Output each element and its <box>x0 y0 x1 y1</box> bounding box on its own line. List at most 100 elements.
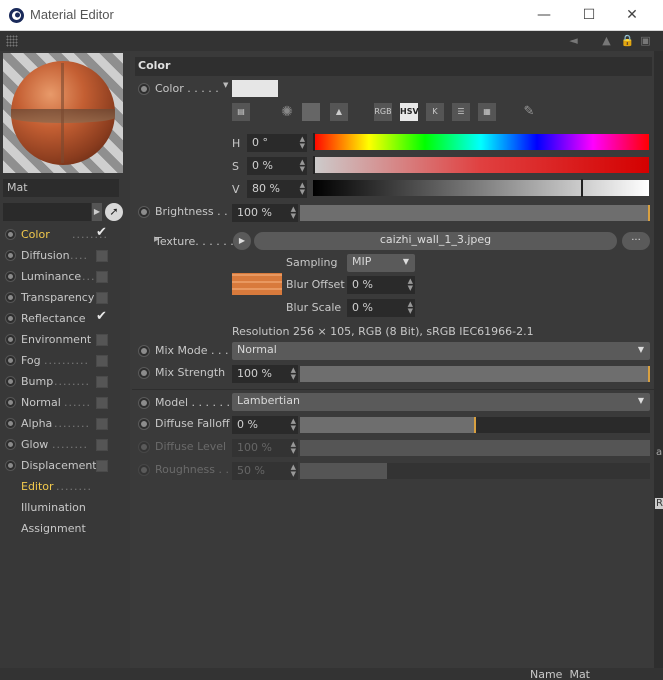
model-dropdown[interactable]: Lambertian ▼ <box>232 393 650 411</box>
image-picker-icon[interactable]: ▲ <box>330 103 348 121</box>
hsv-mode-button[interactable]: HSV <box>400 103 419 121</box>
channel-color[interactable]: Color ........ ✔ <box>0 225 130 246</box>
radio-icon[interactable] <box>5 229 16 240</box>
texture-menu-button[interactable]: ▶ <box>233 232 251 250</box>
radio-icon[interactable] <box>5 313 16 324</box>
hue-slider[interactable] <box>313 133 649 151</box>
item-illumination[interactable]: Illumination <box>0 498 130 519</box>
radio-icon[interactable] <box>5 334 16 345</box>
brightness-field[interactable]: 100 % ▲ ▼ <box>232 204 298 222</box>
radio-icon[interactable] <box>5 271 16 282</box>
channel-luminance[interactable]: Luminance ... <box>0 267 130 288</box>
diffuse-falloff-radio[interactable] <box>138 418 150 430</box>
blur-offset-field[interactable]: 0 % ▲ ▼ <box>347 276 415 294</box>
spinner-icon[interactable]: ▲ ▼ <box>291 206 296 220</box>
mix-strength-radio[interactable] <box>138 367 150 379</box>
spinner-icon[interactable]: ▲ ▼ <box>300 136 305 150</box>
radio-icon[interactable] <box>5 397 16 408</box>
spinner-icon[interactable]: ▲ ▼ <box>291 464 296 478</box>
spinner-icon[interactable]: ▲ ▼ <box>291 418 296 432</box>
saturation-slider[interactable] <box>313 156 649 174</box>
warning-icon[interactable]: ▲ <box>599 33 614 48</box>
mixer-icon[interactable]: ☰ <box>452 103 470 121</box>
brightness-slider[interactable] <box>300 205 650 221</box>
diffuse-level-field[interactable]: 100 % ▲ ▼ <box>232 439 298 457</box>
kelvin-mode-button[interactable]: K <box>426 103 444 121</box>
color-picker-spectrum-icon[interactable]: ▤ <box>232 103 250 121</box>
triangle-right-icon[interactable]: ▶ <box>92 203 102 221</box>
s-value-field[interactable]: 0 % ▲ ▼ <box>247 157 307 175</box>
material-drop-field[interactable] <box>3 203 91 221</box>
pick-cursor-icon[interactable]: ➚ <box>105 203 123 221</box>
channel-transparency[interactable]: Transparency <box>0 288 130 309</box>
spinner-icon[interactable]: ▲ ▼ <box>291 441 296 455</box>
mix-mode-dropdown[interactable]: Normal ▼ <box>232 342 650 360</box>
roughness-slider[interactable] <box>300 463 650 479</box>
diffuse-level-radio[interactable] <box>138 441 150 453</box>
color-swatch[interactable] <box>232 80 278 97</box>
hue-cursor[interactable] <box>313 133 315 151</box>
mix-mode-radio[interactable] <box>138 345 150 357</box>
blur-scale-field[interactable]: 0 % ▲ ▼ <box>347 299 415 317</box>
texture-thumbnail[interactable] <box>232 273 282 295</box>
h-value-field[interactable]: 0 ° ▲ ▼ <box>247 134 307 152</box>
checkbox-icon[interactable] <box>96 439 108 451</box>
checkbox-icon[interactable] <box>96 271 108 283</box>
expand-icon[interactable]: ▣ <box>638 33 653 48</box>
mix-strength-field[interactable]: 100 % ▲ ▼ <box>232 365 298 383</box>
checkbox-icon[interactable] <box>96 460 108 472</box>
maximize-button[interactable]: ☐ <box>566 0 612 31</box>
eyedropper-icon[interactable]: ✎ <box>520 103 538 121</box>
value-cursor[interactable] <box>581 179 583 197</box>
model-radio[interactable] <box>138 397 150 409</box>
spinner-icon[interactable]: ▲ ▼ <box>300 159 305 173</box>
material-name-field[interactable]: Mat <box>3 179 119 197</box>
radio-icon[interactable] <box>5 250 16 261</box>
checkbox-icon[interactable] <box>96 334 108 346</box>
color-radio[interactable] <box>138 83 150 95</box>
spinner-icon[interactable]: ▲ ▼ <box>408 301 413 315</box>
channel-environment[interactable]: Environment <box>0 330 130 351</box>
rgb-mode-button[interactable]: RGB <box>374 103 392 121</box>
minimize-button[interactable]: — <box>521 0 567 31</box>
checkbox-icon[interactable] <box>96 376 108 388</box>
radio-icon[interactable] <box>5 460 16 471</box>
checkbox-icon[interactable] <box>96 250 108 262</box>
color-menu-triangle-icon[interactable]: ▼ <box>223 81 228 89</box>
color-grid-icon[interactable]: ▦ <box>478 103 496 121</box>
roughness-field[interactable]: 50 % ▲ ▼ <box>232 462 298 480</box>
grip-icon[interactable] <box>6 35 18 47</box>
channel-diffusion[interactable]: Diffusion .... <box>0 246 130 267</box>
lock-icon[interactable]: 🔒 <box>620 33 635 48</box>
spinner-icon[interactable]: ▲ ▼ <box>300 182 305 196</box>
diffuse-level-slider[interactable] <box>300 440 650 456</box>
v-value-field[interactable]: 80 % ▲ ▼ <box>247 180 307 198</box>
mix-strength-slider[interactable] <box>300 366 650 382</box>
value-slider[interactable] <box>313 179 649 197</box>
radio-icon[interactable] <box>5 418 16 429</box>
radio-icon[interactable] <box>5 376 16 387</box>
item-assignment[interactable]: Assignment <box>0 519 130 540</box>
material-preview[interactable] <box>3 53 123 173</box>
checkbox-icon[interactable] <box>96 397 108 409</box>
channel-reflectance[interactable]: Reflectance ✔ <box>0 309 130 330</box>
channel-normal[interactable]: Normal ...... <box>0 393 130 414</box>
spinner-icon[interactable]: ▲ ▼ <box>291 367 296 381</box>
radio-icon[interactable] <box>5 439 16 450</box>
channel-bump[interactable]: Bump ........ <box>0 372 130 393</box>
roughness-radio[interactable] <box>138 464 150 476</box>
radio-icon[interactable] <box>5 355 16 366</box>
checkmark-icon[interactable]: ✔ <box>96 309 110 325</box>
checkmark-icon[interactable]: ✔ <box>96 225 110 241</box>
spinner-icon[interactable]: ▲ ▼ <box>408 278 413 292</box>
diffuse-falloff-slider[interactable] <box>300 417 650 433</box>
close-button[interactable]: ✕ <box>609 0 655 31</box>
color-wheel-icon[interactable]: ✺ <box>278 103 296 121</box>
checkbox-icon[interactable] <box>96 418 108 430</box>
edge-button[interactable]: R <box>655 498 663 509</box>
channel-alpha[interactable]: Alpha ........ <box>0 414 130 435</box>
checkbox-icon[interactable] <box>96 355 108 367</box>
texture-file-field[interactable]: caizhi_wall_1_3.jpeg <box>254 232 617 250</box>
diffuse-falloff-field[interactable]: 0 % ▲ ▼ <box>232 416 298 434</box>
channel-fog[interactable]: Fog .......... <box>0 351 130 372</box>
